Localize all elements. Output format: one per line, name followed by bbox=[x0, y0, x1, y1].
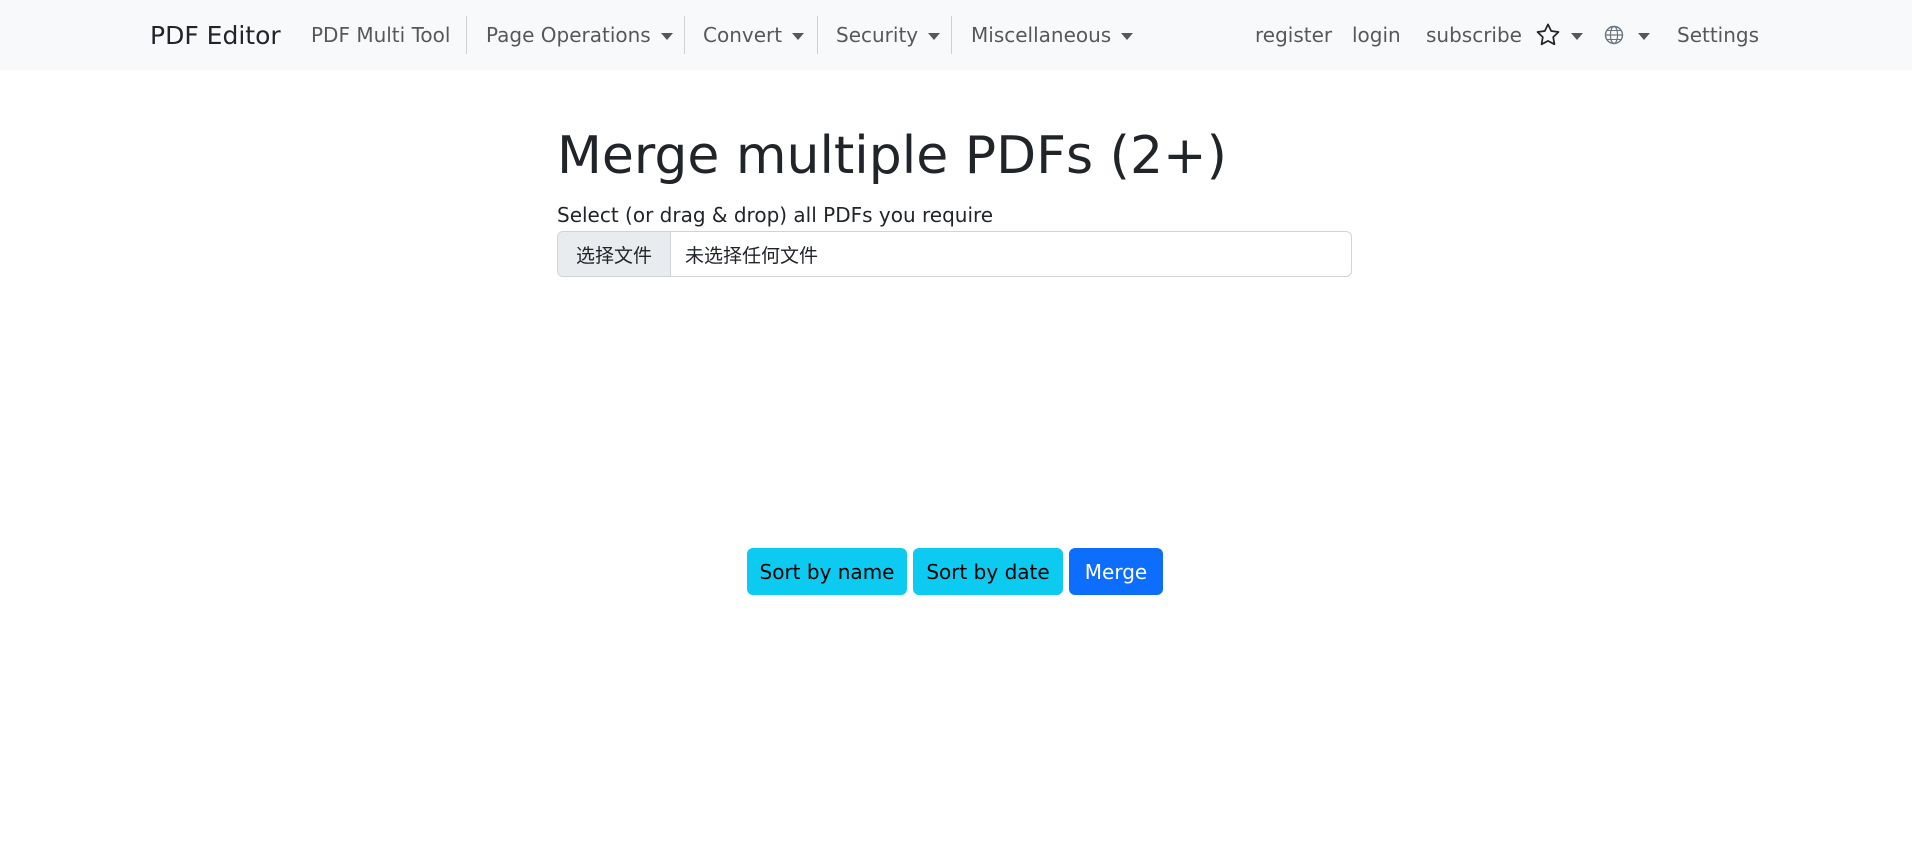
sort-by-name-button[interactable]: Sort by name bbox=[747, 548, 907, 595]
caret-down-icon bbox=[1121, 32, 1134, 40]
favorites-dropdown[interactable] bbox=[1535, 0, 1583, 70]
sort-by-date-button[interactable]: Sort by date bbox=[913, 548, 1063, 595]
top-navbar: PDF Editor PDF Multi Tool Page Operation… bbox=[0, 0, 1912, 70]
caret-down-icon bbox=[1638, 32, 1650, 40]
page-title: Merge multiple PDFs (2+) bbox=[557, 126, 1227, 186]
star-icon bbox=[1536, 23, 1560, 46]
caret-down-icon bbox=[660, 32, 673, 40]
nav-divider bbox=[684, 16, 685, 54]
settings-link[interactable]: Settings bbox=[1677, 0, 1759, 70]
nav-divider bbox=[466, 16, 467, 54]
choose-file-button[interactable]: 选择文件 bbox=[558, 232, 671, 276]
register-link[interactable]: register bbox=[1255, 0, 1332, 70]
file-status-text: 未选择任何文件 bbox=[685, 244, 819, 267]
nav-convert[interactable]: Convert bbox=[703, 0, 805, 70]
caret-down-icon bbox=[928, 32, 941, 40]
caret-down-icon bbox=[1571, 32, 1583, 40]
login-link[interactable]: login bbox=[1352, 0, 1401, 70]
nav-page-operations[interactable]: Page Operations bbox=[486, 0, 673, 70]
subscribe-link[interactable]: subscribe bbox=[1426, 0, 1522, 70]
language-dropdown[interactable] bbox=[1604, 0, 1650, 70]
brand-link[interactable]: PDF Editor bbox=[150, 0, 281, 70]
nav-divider bbox=[951, 16, 952, 54]
nav-miscellaneous-label: Miscellaneous bbox=[971, 23, 1112, 47]
nav-convert-label: Convert bbox=[703, 23, 783, 47]
nav-miscellaneous[interactable]: Miscellaneous bbox=[971, 0, 1134, 70]
nav-pdf-multi-tool[interactable]: PDF Multi Tool bbox=[311, 0, 450, 70]
file-input-label: Select (or drag & drop) all PDFs you req… bbox=[557, 203, 994, 227]
nav-divider bbox=[817, 16, 818, 54]
nav-page-operations-label: Page Operations bbox=[486, 23, 651, 47]
caret-down-icon bbox=[792, 32, 805, 40]
pdf-file-input[interactable]: 选择文件 未选择任何文件 bbox=[557, 231, 1352, 277]
nav-security-label: Security bbox=[836, 23, 919, 47]
merge-button[interactable]: Merge bbox=[1069, 548, 1163, 595]
globe-icon bbox=[1604, 25, 1624, 45]
nav-security[interactable]: Security bbox=[836, 0, 941, 70]
